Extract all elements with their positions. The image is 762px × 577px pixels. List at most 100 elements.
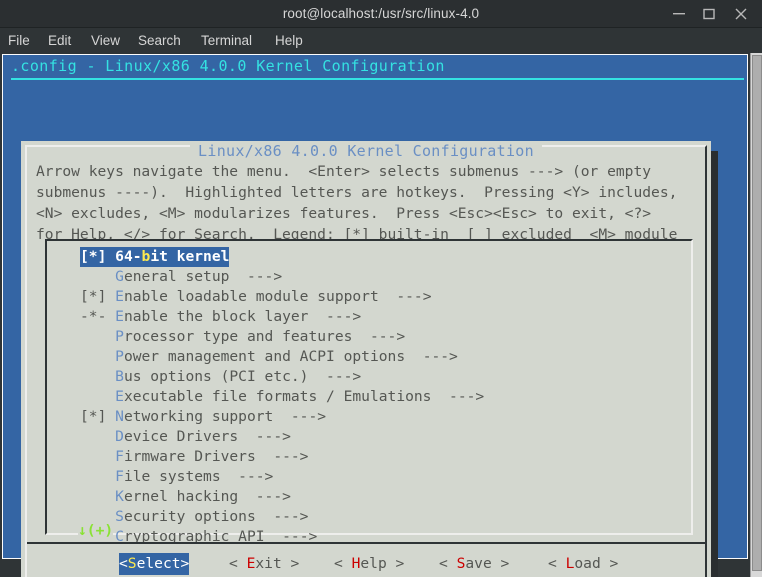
menu-item-hotkey: F [115, 468, 124, 485]
menu-item-marker [80, 488, 115, 505]
menu-edit[interactable]: Edit [43, 28, 76, 53]
menu-item-hotkey: D [115, 428, 124, 445]
load-button[interactable]: < Load > [548, 553, 618, 575]
menu-item-label: nable the block layer [124, 308, 309, 325]
menu-item-hotkey: E [115, 288, 124, 305]
save-button[interactable]: < Save > [439, 553, 509, 575]
button-bracket-right: > [387, 555, 405, 572]
menu-item-submenu-arrow: ---> [405, 348, 458, 365]
menu-item-marker [80, 468, 115, 485]
menuconfig-banner: .config - Linux/x86 4.0.0 Kernel Configu… [3, 55, 747, 77]
help-button[interactable]: < Help > [334, 553, 404, 575]
minimize-button[interactable] [666, 0, 692, 27]
menu-help[interactable]: Help [270, 28, 308, 53]
menu-item[interactable]: [*] Networking support ---> [47, 407, 695, 427]
menu-item-label: nable loadable module support [124, 288, 379, 305]
close-button[interactable] [728, 0, 754, 27]
menu-item-submenu-arrow: ---> [431, 388, 484, 405]
menu-item[interactable]: Executable file formats / Emulations ---… [47, 387, 695, 407]
dialog-title-text: Linux/x86 4.0.0 Kernel Configuration [190, 142, 542, 160]
select-button[interactable]: <Select> [119, 553, 189, 575]
terminal-window: root@localhost:/usr/src/linux-4.0 File E… [0, 0, 762, 577]
button-bracket-left: < [334, 555, 352, 572]
terminal-content: .config - Linux/x86 4.0.0 Kernel Configu… [0, 53, 750, 577]
menu-item[interactable]: [*] 64-bit kernel [47, 247, 695, 267]
menu-item[interactable]: [*] Enable loadable module support ---> [47, 287, 695, 307]
menu-list: [*] 64-bit kernel General setup --->[*] … [47, 247, 695, 547]
menu-item-submenu-arrow: ---> [379, 288, 432, 305]
menu-item-label: eneral setup [124, 268, 229, 285]
menu-item-label: ernel hacking [124, 488, 238, 505]
menu-item-label: xecutable file formats / Emulations [124, 388, 432, 405]
menu-search[interactable]: Search [133, 28, 186, 53]
minimize-icon [672, 8, 686, 20]
button-separator [27, 542, 705, 544]
menu-item-marker [80, 328, 115, 345]
scroll-indicator: ↓(+) [45, 521, 693, 541]
menu-item-submenu-arrow: ---> [308, 308, 361, 325]
scrollbar-thumb[interactable] [752, 55, 762, 571]
menu-file[interactable]: File [3, 28, 35, 53]
exit-button[interactable]: < Exit > [229, 553, 299, 575]
button-label: ave [465, 555, 491, 572]
menu-item[interactable]: General setup ---> [47, 267, 695, 287]
menu-item-marker [80, 448, 115, 465]
menu-item-label: ower management and ACPI options [124, 348, 405, 365]
menu-item-label: irmware Drivers [124, 448, 256, 465]
menu-item-label: ile systems [124, 468, 221, 485]
menu-item-label: it kernel [150, 248, 229, 265]
menu-item-hotkey: b [142, 248, 151, 265]
menu-terminal[interactable]: Terminal [196, 28, 257, 53]
button-bracket-right: > [282, 555, 300, 572]
button-hotkey: S [128, 555, 137, 572]
menu-item-submenu-arrow: ---> [308, 368, 361, 385]
menu-item-hotkey: P [115, 348, 124, 365]
help-line: <N> excludes, <M> modularizes features. … [36, 203, 708, 224]
application-menubar: File Edit View Search Terminal Help [0, 28, 762, 53]
menu-item-submenu-arrow: ---> [256, 448, 309, 465]
menu-item[interactable]: Firmware Drivers ---> [47, 447, 695, 467]
help-line: Arrow keys navigate the menu. <Enter> se… [36, 161, 708, 182]
button-bracket-left: < [229, 555, 247, 572]
menu-item-submenu-arrow: ---> [221, 468, 274, 485]
menu-item-marker [80, 388, 115, 405]
maximize-button[interactable] [696, 0, 722, 27]
menu-item-label-pre: 64- [115, 248, 141, 265]
menu-item-submenu-arrow: ---> [273, 408, 326, 425]
menu-item[interactable]: Power management and ACPI options ---> [47, 347, 695, 367]
button-label: elp [360, 555, 386, 572]
menu-item-hotkey: K [115, 488, 124, 505]
menu-item-marker [80, 348, 115, 365]
menu-item-submenu-arrow: ---> [229, 268, 282, 285]
menu-item-highlight: [*] 64-bit kernel [80, 247, 229, 267]
menu-item-submenu-arrow: ---> [238, 488, 291, 505]
button-bracket-left: < [548, 555, 566, 572]
close-icon [734, 8, 748, 20]
menu-item-submenu-arrow: ---> [238, 428, 291, 445]
menu-item[interactable]: Device Drivers ---> [47, 427, 695, 447]
dialog-title: Linux/x86 4.0.0 Kernel Configuration [25, 142, 707, 160]
maximize-icon [702, 8, 716, 20]
menu-view[interactable]: View [86, 28, 125, 53]
menu-item-hotkey: E [115, 308, 124, 325]
menu-item[interactable]: Kernel hacking ---> [47, 487, 695, 507]
button-label: elect [137, 555, 181, 572]
menu-item[interactable]: File systems ---> [47, 467, 695, 487]
window-title: root@localhost:/usr/src/linux-4.0 [0, 0, 762, 27]
button-bracket-left: < [119, 555, 128, 572]
window-titlebar: root@localhost:/usr/src/linux-4.0 [0, 0, 762, 28]
menu-item[interactable]: -*- Enable the block layer ---> [47, 307, 695, 327]
button-bracket-left: < [439, 555, 457, 572]
menu-item-marker: [*] [80, 408, 115, 425]
menu-item-hotkey: P [115, 328, 124, 345]
menu-item-label: rocessor type and features [124, 328, 352, 345]
menu-item[interactable]: Bus options (PCI etc.) ---> [47, 367, 695, 387]
menu-item-marker [80, 268, 115, 285]
help-line: submenus ----). Highlighted letters are … [36, 182, 708, 203]
button-label: xit [255, 555, 281, 572]
menu-item-marker: [*] [80, 288, 115, 305]
terminal-scrollbar[interactable] [750, 53, 762, 577]
menu-item-label: us options (PCI etc.) [124, 368, 309, 385]
menu-item-label: evice Drivers [124, 428, 238, 445]
menu-item[interactable]: Processor type and features ---> [47, 327, 695, 347]
